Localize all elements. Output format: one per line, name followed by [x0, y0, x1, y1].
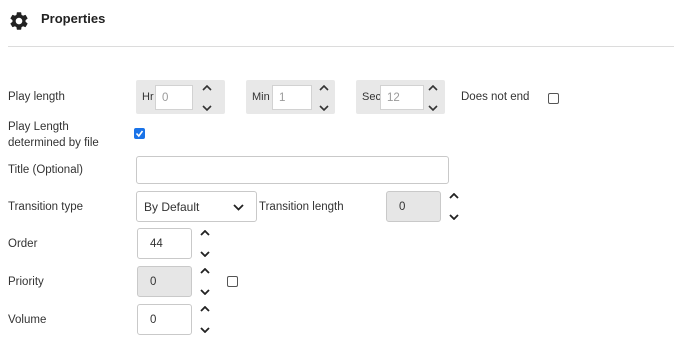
chevron-down-icon[interactable]	[319, 105, 329, 111]
seconds-prefix: Sec	[362, 91, 381, 103]
minutes-prefix: Min	[252, 91, 270, 103]
chevron-down-icon[interactable]	[202, 105, 212, 111]
chevron-down-icon	[233, 204, 244, 211]
header-divider	[8, 46, 674, 47]
transition-type-select[interactable]: By Default	[136, 191, 257, 222]
hours-input[interactable]: 0	[155, 85, 193, 110]
checkmark-icon	[135, 130, 144, 138]
chevron-up-icon[interactable]	[202, 85, 212, 91]
minutes-input[interactable]: 1	[272, 85, 312, 110]
priority-label: Priority	[8, 276, 44, 288]
hours-spinner: Hr 0	[136, 80, 225, 114]
hours-prefix: Hr	[142, 91, 154, 103]
chevron-down-icon[interactable]	[200, 289, 210, 295]
title-label: Title (Optional)	[8, 164, 83, 176]
priority-stepper[interactable]	[196, 268, 214, 295]
page-title: Properties	[41, 11, 106, 26]
chevron-up-icon[interactable]	[200, 306, 210, 312]
seconds-input[interactable]: 12	[380, 85, 424, 110]
hours-stepper[interactable]	[198, 85, 216, 111]
determined-by-file-label-line2: determined by file	[8, 137, 99, 149]
transition-length-label: Transition length	[259, 201, 344, 213]
determined-by-file-label-line1: Play Length	[8, 121, 69, 133]
chevron-down-icon[interactable]	[449, 214, 459, 220]
order-stepper[interactable]	[196, 230, 214, 257]
chevron-up-icon[interactable]	[449, 193, 459, 199]
minutes-stepper[interactable]	[315, 85, 333, 111]
seconds-stepper[interactable]	[424, 85, 442, 111]
transition-length-stepper[interactable]	[445, 193, 463, 220]
priority-input[interactable]: 0	[137, 266, 192, 297]
chevron-up-icon[interactable]	[319, 85, 329, 91]
priority-checkbox[interactable]	[227, 276, 238, 287]
volume-stepper[interactable]	[196, 306, 214, 333]
chevron-down-icon[interactable]	[200, 327, 210, 333]
determined-by-file-checkbox[interactable]	[134, 128, 145, 139]
chevron-up-icon[interactable]	[200, 268, 210, 274]
chevron-up-icon[interactable]	[428, 85, 438, 91]
chevron-down-icon[interactable]	[428, 105, 438, 111]
chevron-up-icon[interactable]	[200, 230, 210, 236]
transition-type-value: By Default	[144, 200, 200, 214]
order-label: Order	[8, 238, 38, 250]
chevron-down-icon[interactable]	[200, 251, 210, 257]
volume-input[interactable]: 0	[137, 304, 192, 335]
does-not-end-checkbox[interactable]	[548, 93, 559, 104]
transition-type-label: Transition type	[8, 201, 83, 213]
minutes-spinner: Min 1	[246, 80, 335, 114]
gear-icon	[10, 12, 28, 30]
play-length-label: Play length	[8, 91, 65, 103]
seconds-spinner: Sec 12	[356, 80, 445, 114]
title-input[interactable]	[136, 156, 449, 184]
volume-label: Volume	[8, 314, 47, 326]
does-not-end-label: Does not end	[461, 91, 530, 103]
order-input[interactable]: 44	[137, 228, 192, 259]
transition-length-input[interactable]: 0	[386, 191, 441, 222]
